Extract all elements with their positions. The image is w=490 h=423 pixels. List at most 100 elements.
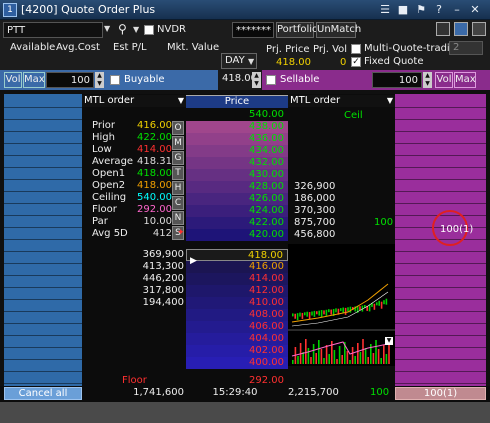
- multi-quote-checkbox[interactable]: [351, 44, 361, 54]
- sell-qty-spinner[interactable]: ▲ ▼: [423, 72, 432, 88]
- help-icon[interactable]: ?: [432, 3, 446, 17]
- buy-max-button[interactable]: Max: [23, 72, 45, 88]
- volume-bar: [359, 352, 362, 364]
- ask-volume: 456,800: [294, 229, 336, 240]
- stat-tab[interactable]: H: [172, 181, 184, 195]
- stat-label: Par: [92, 216, 108, 227]
- bid-price[interactable]: 406.00: [186, 321, 288, 333]
- buy-qty-spinner[interactable]: ▲ ▼: [95, 72, 104, 88]
- horizontal-scrollbar[interactable]: [0, 402, 490, 423]
- buy-vol-button[interactable]: Vol: [4, 72, 22, 88]
- volume-bar: [364, 348, 367, 364]
- sell-order-qty[interactable]: 100(1): [440, 224, 473, 236]
- candle: [380, 301, 383, 309]
- stat-tab[interactable]: N: [172, 211, 184, 225]
- volume-bar: [385, 354, 388, 364]
- candle: [292, 313, 294, 317]
- price-spinner[interactable]: ▲ ▼: [252, 72, 261, 88]
- stat-label: Open2: [92, 180, 126, 191]
- stat-label: Open1: [92, 168, 126, 179]
- candle: [301, 312, 304, 319]
- sell-vol-button[interactable]: Vol: [435, 72, 453, 88]
- stat-label: Avg 5D: [92, 228, 128, 239]
- link-icon[interactable]: ☰: [378, 3, 392, 17]
- my-sell-order[interactable]: 100(1): [395, 387, 486, 400]
- buy-qty-input[interactable]: 100: [46, 72, 94, 88]
- candle: [378, 300, 380, 306]
- candle: [296, 313, 299, 321]
- ask-price[interactable]: 432.00: [186, 157, 288, 169]
- stat-value: 418.00: [137, 168, 172, 179]
- multi-quote-count[interactable]: 2: [449, 41, 483, 55]
- bid-price[interactable]: 412.00: [186, 285, 288, 297]
- layout-icon[interactable]: [436, 22, 450, 36]
- portfolio-button[interactable]: Portfolio: [276, 22, 318, 38]
- stat-value: 422.00: [137, 132, 172, 143]
- price-input-area: 418.00 ▲ ▼: [218, 70, 262, 90]
- ask-price[interactable]: 430.00: [186, 169, 288, 181]
- ask-price[interactable]: 424.00: [186, 205, 288, 217]
- unmatch-button[interactable]: UnMatch: [316, 22, 361, 38]
- stat-label: Ceiling: [92, 192, 127, 203]
- buyable-checkbox[interactable]: [110, 75, 120, 85]
- sellable-checkbox[interactable]: [266, 75, 276, 85]
- ask-price[interactable]: 422.00: [186, 217, 288, 229]
- menu-icon[interactable]: ■: [396, 3, 410, 17]
- ask-price[interactable]: 436.00: [186, 133, 288, 145]
- search-icon[interactable]: ⚲: [118, 22, 127, 36]
- candle: [299, 312, 301, 317]
- fixed-quote-label: Fixed Quote: [364, 56, 424, 67]
- title-bar: 1 [4200] Quote Order Plus ☰ ■ ⚑ ? – ✕: [0, 0, 490, 20]
- stat-label: Average: [92, 156, 134, 167]
- search-dropdown-icon[interactable]: ▼: [133, 25, 139, 34]
- stat-tab[interactable]: T: [172, 166, 184, 180]
- volume-bar: [305, 339, 307, 364]
- cancel-all-button[interactable]: Cancel all: [4, 387, 82, 400]
- symbol-input[interactable]: PTT: [3, 22, 103, 38]
- minimize-icon[interactable]: –: [450, 3, 464, 17]
- right-order-mode[interactable]: MTL order ▼: [288, 95, 395, 107]
- volume-bar: [377, 349, 380, 364]
- nvdr-checkbox[interactable]: [144, 25, 154, 35]
- symbol-dropdown-icon[interactable]: ▼: [104, 24, 116, 36]
- fixed-quote-checkbox[interactable]: ✓: [351, 57, 361, 67]
- volume-bar: [367, 357, 369, 364]
- available-label: Available: [10, 42, 56, 53]
- sell-qty-input[interactable]: 100: [372, 72, 422, 88]
- ask-price[interactable]: 428.00: [186, 181, 288, 193]
- my-sell-vol: 100: [370, 387, 390, 398]
- settings-icon[interactable]: [472, 22, 486, 36]
- candle: [294, 313, 296, 319]
- candle: [308, 312, 311, 320]
- stat-tab[interactable]: M: [172, 136, 184, 150]
- volume-bar: [375, 340, 377, 364]
- bid-price[interactable]: 418.00: [186, 249, 288, 261]
- bid-price[interactable]: 404.00: [186, 333, 288, 345]
- stat-tab[interactable]: C: [172, 196, 184, 210]
- ceil-price: 540.00: [186, 109, 288, 121]
- last-update-time: 15:29:40: [212, 387, 258, 398]
- bid-price[interactable]: 408.00: [186, 309, 288, 321]
- chart-toggle-icon[interactable]: ▼: [385, 337, 393, 345]
- pin-input[interactable]: *******: [232, 22, 274, 38]
- left-order-mode[interactable]: MTL order ▼: [82, 95, 186, 107]
- pin-icon[interactable]: ⚑: [414, 3, 428, 17]
- ask-price[interactable]: 426.00: [186, 193, 288, 205]
- buy-order-column[interactable]: [4, 94, 82, 386]
- grid-view-icon[interactable]: [454, 22, 468, 36]
- mkt-value-label: Mkt. Value: [167, 42, 220, 53]
- bid-price[interactable]: 416.00: [186, 261, 288, 273]
- ask-price[interactable]: 438.00: [186, 121, 288, 133]
- bid-price[interactable]: 414.00: [186, 273, 288, 285]
- stat-tab[interactable]: G: [172, 151, 184, 165]
- bid-price[interactable]: 402.00: [186, 345, 288, 357]
- sell-max-button[interactable]: Max: [454, 72, 476, 88]
- bid-price[interactable]: 400.00: [186, 357, 288, 369]
- bid-price[interactable]: 410.00: [186, 297, 288, 309]
- ask-price[interactable]: 420.00: [186, 229, 288, 241]
- close-icon[interactable]: ✕: [468, 3, 482, 17]
- validity-dropdown-icon[interactable]: ▼: [248, 57, 254, 66]
- ask-price[interactable]: 434.00: [186, 145, 288, 157]
- candle: [306, 311, 308, 317]
- stat-tab[interactable]: O: [172, 121, 184, 135]
